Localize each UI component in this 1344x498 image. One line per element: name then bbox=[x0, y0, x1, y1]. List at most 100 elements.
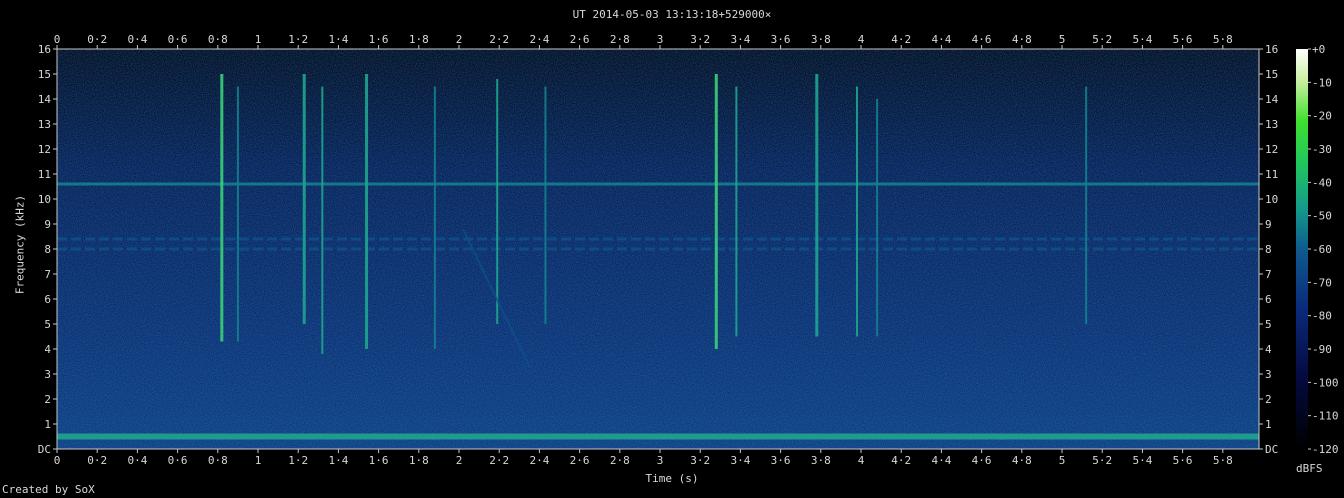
x-tick-label-bottom-26: 5·2 bbox=[1092, 454, 1112, 467]
x-tick-label-bottom-5: 1 bbox=[255, 454, 262, 467]
colorbar-tick-label-1: -10 bbox=[1312, 76, 1332, 89]
y-tick-label-right-13: 13 bbox=[1265, 118, 1278, 131]
x-tick-label-top-0: 0 bbox=[54, 33, 61, 46]
y-tick-label-right-9: 9 bbox=[1265, 218, 1272, 231]
x-tick-label-bottom-0: 0 bbox=[54, 454, 61, 467]
y-tick-label-left-10: 10 bbox=[38, 193, 51, 206]
colorbar-tick-label-5: -50 bbox=[1312, 210, 1332, 223]
x-tick-label-top-27: 5·4 bbox=[1132, 33, 1152, 46]
y-tick-label-right-14: 14 bbox=[1265, 93, 1279, 106]
x-tick-label-bottom-16: 3·2 bbox=[690, 454, 710, 467]
spectrogram-chart: 000·20·20·40·40·60·60·80·8111·21·21·41·4… bbox=[38, 33, 1339, 467]
y-tick-label-left-3: 3 bbox=[44, 368, 51, 381]
x-tick-label-bottom-3: 0·6 bbox=[168, 454, 188, 467]
y-tick-label-right-16: 16 bbox=[1265, 43, 1278, 56]
x-tick-label-top-9: 1·8 bbox=[409, 33, 429, 46]
x-tick-label-bottom-15: 3 bbox=[657, 454, 664, 467]
x-tick-label-bottom-14: 2·8 bbox=[610, 454, 630, 467]
colorbar-tick-label-2: -20 bbox=[1312, 110, 1332, 123]
colorbar-tick-label-0: +0 bbox=[1312, 43, 1325, 56]
x-tick-label-bottom-2: 0·4 bbox=[127, 454, 147, 467]
y-tick-label-left-7: 7 bbox=[44, 268, 51, 281]
y-tick-label-left-5: 5 bbox=[44, 318, 51, 331]
colorbar-tick-label-10: -100 bbox=[1312, 376, 1339, 389]
colorbar-gradient bbox=[1296, 49, 1308, 449]
x-tick-label-bottom-13: 2·6 bbox=[570, 454, 590, 467]
x-tick-label-bottom-25: 5 bbox=[1059, 454, 1066, 467]
colorbar: +0 -10 -20 -30 -40 -50 -60 -70 -80 -90 -100 -110 -12… bbox=[1296, 43, 1339, 456]
colorbar-tick-label-11: -110 bbox=[1312, 410, 1339, 423]
colorbar-tick-label-6: -60 bbox=[1312, 243, 1332, 256]
x-tick-label-top-2: 0·4 bbox=[127, 33, 147, 46]
y-tick-label-left-12: 12 bbox=[38, 143, 51, 156]
y-tick-label-right-11: 11 bbox=[1265, 168, 1278, 181]
x-tick-label-bottom-20: 4 bbox=[858, 454, 865, 467]
y-tick-label-right-10: 10 bbox=[1265, 193, 1278, 206]
x-tick-label-top-29: 5·8 bbox=[1213, 33, 1233, 46]
y-tick-label-right-15: 15 bbox=[1265, 68, 1278, 81]
x-tick-label-top-25: 5 bbox=[1059, 33, 1066, 46]
x-tick-label-top-11: 2·2 bbox=[489, 33, 509, 46]
x-tick-label-bottom-17: 3·4 bbox=[730, 454, 750, 467]
x-tick-label-top-23: 4·6 bbox=[972, 33, 992, 46]
y-tick-label-left-14: 14 bbox=[38, 93, 52, 106]
x-tick-label-bottom-21: 4·2 bbox=[891, 454, 911, 467]
colorbar-tick-label-7: -70 bbox=[1312, 276, 1332, 289]
x-tick-label-bottom-9: 1·8 bbox=[409, 454, 429, 467]
x-tick-label-bottom-12: 2·4 bbox=[529, 454, 549, 467]
y-tick-label-right-0: DC bbox=[1265, 443, 1278, 456]
x-tick-label-top-16: 3·2 bbox=[690, 33, 710, 46]
x-tick-label-top-24: 4·8 bbox=[1012, 33, 1032, 46]
y-tick-label-right-12: 12 bbox=[1265, 143, 1278, 156]
y-tick-label-right-4: 4 bbox=[1265, 343, 1272, 356]
colorbar-tick-label-12: -120 bbox=[1312, 443, 1339, 456]
y-tick-label-left-6: 6 bbox=[44, 293, 51, 306]
y-tick-label-left-13: 13 bbox=[38, 118, 51, 131]
x-tick-label-bottom-8: 1·6 bbox=[369, 454, 389, 467]
y-tick-label-right-6: 6 bbox=[1265, 293, 1272, 306]
x-tick-label-bottom-24: 4·8 bbox=[1012, 454, 1032, 467]
x-tick-label-top-20: 4 bbox=[858, 33, 865, 46]
x-tick-label-bottom-7: 1·4 bbox=[328, 454, 348, 467]
y-tick-label-left-8: 8 bbox=[44, 243, 51, 256]
y-tick-label-left-9: 9 bbox=[44, 218, 51, 231]
x-tick-label-bottom-22: 4·4 bbox=[931, 454, 951, 467]
x-tick-label-bottom-29: 5·8 bbox=[1213, 454, 1233, 467]
y-tick-label-left-2: 2 bbox=[44, 393, 51, 406]
x-tick-label-top-5: 1 bbox=[255, 33, 262, 46]
x-tick-label-top-7: 1·4 bbox=[328, 33, 348, 46]
y-tick-label-left-11: 11 bbox=[38, 168, 51, 181]
x-tick-label-bottom-10: 2 bbox=[456, 454, 463, 467]
x-tick-label-bottom-6: 1·2 bbox=[288, 454, 308, 467]
x-tick-label-top-13: 2·6 bbox=[570, 33, 590, 46]
y-tick-label-left-15: 15 bbox=[38, 68, 51, 81]
colorbar-tick-label-3: -30 bbox=[1312, 143, 1332, 156]
credit-text: Created by SoX bbox=[2, 483, 95, 496]
y-tick-label-right-2: 2 bbox=[1265, 393, 1272, 406]
colorbar-tick-label-4: -40 bbox=[1312, 176, 1332, 189]
x-tick-label-top-22: 4·4 bbox=[931, 33, 951, 46]
y-axis-label: Frequency (kHz) bbox=[13, 194, 27, 295]
x-tick-label-bottom-19: 3·8 bbox=[811, 454, 831, 467]
x-tick-label-top-6: 1·2 bbox=[288, 33, 308, 46]
x-tick-label-top-18: 3·6 bbox=[771, 33, 791, 46]
x-tick-label-bottom-28: 5·6 bbox=[1173, 454, 1193, 467]
x-tick-label-bottom-4: 0·8 bbox=[208, 454, 228, 467]
x-tick-label-top-10: 2 bbox=[456, 33, 463, 46]
x-tick-label-top-15: 3 bbox=[657, 33, 664, 46]
y-tick-label-right-3: 3 bbox=[1265, 368, 1272, 381]
x-tick-label-top-17: 3·4 bbox=[730, 33, 750, 46]
x-tick-label-top-19: 3·8 bbox=[811, 33, 831, 46]
x-axis-label: Time (s) bbox=[645, 472, 699, 485]
colorbar-tick-label-8: -80 bbox=[1312, 310, 1332, 323]
y-tick-label-left-1: 1 bbox=[44, 418, 51, 431]
x-tick-label-top-1: 0·2 bbox=[87, 33, 107, 46]
x-tick-label-top-14: 2·8 bbox=[610, 33, 630, 46]
y-tick-label-left-0: DC bbox=[38, 443, 51, 456]
x-tick-label-top-12: 2·4 bbox=[529, 33, 549, 46]
x-tick-label-top-3: 0·6 bbox=[168, 33, 188, 46]
x-tick-label-bottom-18: 3·6 bbox=[771, 454, 791, 467]
y-tick-label-right-7: 7 bbox=[1265, 268, 1272, 281]
x-tick-label-bottom-1: 0·2 bbox=[87, 454, 107, 467]
y-tick-label-right-5: 5 bbox=[1265, 318, 1272, 331]
